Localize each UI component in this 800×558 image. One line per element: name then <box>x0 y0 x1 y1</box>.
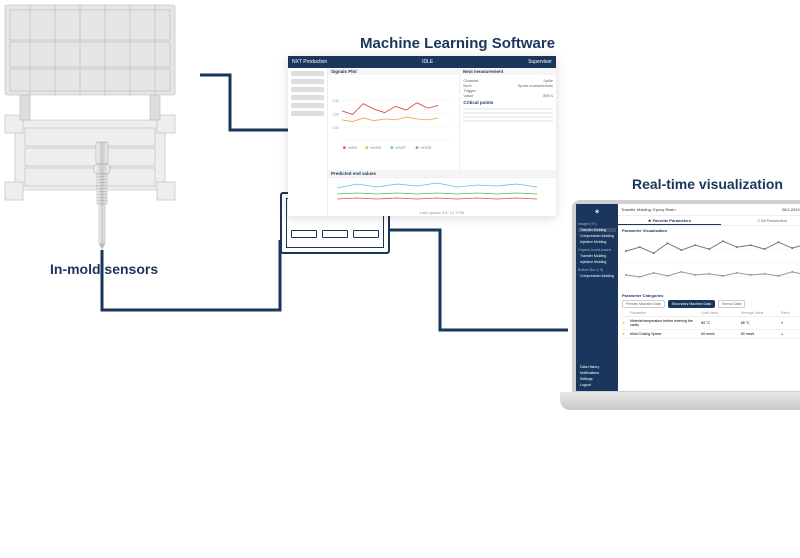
rtv-sidebar-item[interactable]: Compression Molding <box>578 234 616 238</box>
rtv-cat-tab-secondary[interactable]: Secondary Machine Data <box>668 300 715 308</box>
ml-footer-timestamp: Last update 4.6. 12 3756 <box>328 209 556 216</box>
rtv-table-row[interactable]: ★ Material temperature before entering t… <box>622 317 800 330</box>
ml-next-measurement-title: Next measurement <box>460 68 556 75</box>
ml-sidebar <box>288 68 328 216</box>
star-icon[interactable]: ★ <box>622 332 630 336</box>
ml-predicted-chart <box>328 177 556 209</box>
rtv-sidebar-notifications[interactable]: Notifications <box>578 371 616 375</box>
rtv-table-row[interactable]: ★ Mold Closing Speed 60 mm/s 50 mm/s ↘ <box>622 330 800 339</box>
rtv-sidebar-item[interactable]: Compression Molding <box>578 274 616 278</box>
rtv-sidebar-item[interactable]: Transfer Molding <box>578 254 616 258</box>
rtv-parameter-table: Parameter Limit Value Average Value Tren… <box>618 310 800 391</box>
laptop-illustration: ✶ Images (7h) Transfer Molding Compressi… <box>560 200 800 410</box>
ml-predicted-values-title: Predicted end values <box>328 170 556 177</box>
ml-software-label: Machine Learning Software <box>360 35 555 52</box>
svg-text:rot1027: rot1027 <box>396 145 407 149</box>
rtv-dashboard: ✶ Images (7h) Transfer Molding Compressi… <box>576 204 800 391</box>
rtv-viz-chart <box>618 235 800 291</box>
ml-software-panel: NXT Production IDLE Supervisor Signals P… <box>288 56 556 216</box>
in-mold-sensor-illustration <box>90 140 114 250</box>
rtv-logo-icon: ✶ <box>578 208 616 216</box>
ml-next-measurement-block: ChannelSpille NextSpare characteristic T… <box>463 78 553 98</box>
trend-down-icon: ↘ <box>780 332 800 336</box>
rtv-sidebar-logout[interactable]: Logout <box>578 383 616 387</box>
ml-header-status: IDLE <box>422 59 433 65</box>
rtv-sidebar-settings[interactable]: Settings <box>578 377 616 381</box>
svg-text:rot1018: rot1018 <box>370 145 381 149</box>
rtv-cat-tab-sensor[interactable]: Sensor Data <box>718 300 745 308</box>
trend-up-icon: ↗ <box>780 321 800 325</box>
in-mold-sensors-label: In-mold sensors <box>50 261 158 277</box>
rtv-topbar: Transfer Molding: Epoxy Resin 28.5.2019 … <box>618 204 800 216</box>
ml-signals-plot-title: Signals Plot <box>328 68 460 75</box>
ml-header-user: Supervisor <box>528 59 552 65</box>
rtv-date-range: 28.5.2019 - 29.5.2019 <box>782 207 800 212</box>
rtv-cats-title: Parameter Categories <box>618 291 800 300</box>
rtv-sidebar-data-history[interactable]: Data History <box>578 365 616 369</box>
realtime-viz-label: Real-time visualization <box>632 176 783 192</box>
rtv-tab-favorite[interactable]: ★ Favorite Parameters <box>618 216 721 225</box>
svg-text:rot1029: rot1029 <box>421 145 432 149</box>
ml-signals-chart: 140 120 100 rot106 rot1018 rot1027 rot10… <box>328 75 459 170</box>
star-icon[interactable]: ★ <box>622 321 630 325</box>
rtv-tab-all[interactable]: ≡ All Parameters <box>721 216 800 225</box>
ml-header-left: NXT Production <box>292 59 327 65</box>
rtv-breadcrumb: Transfer Molding: Epoxy Resin <box>621 207 676 212</box>
svg-text:120: 120 <box>333 112 339 116</box>
rtv-sidebar-item[interactable]: Transfer Molding <box>578 228 616 232</box>
rtv-sidebar-item[interactable]: Injection Molding <box>578 240 616 244</box>
ml-critical-points-title: Critical points <box>463 100 553 105</box>
svg-text:140: 140 <box>333 99 339 103</box>
rtv-cat-tab-primary[interactable]: Primary Machine Data <box>622 300 665 308</box>
svg-text:100: 100 <box>333 126 339 130</box>
svg-text:rot106: rot106 <box>348 145 357 149</box>
rtv-sidebar: ✶ Images (7h) Transfer Molding Compressi… <box>576 204 618 391</box>
ml-header: NXT Production IDLE Supervisor <box>288 56 556 68</box>
rtv-viz-title: Parameter Visualization <box>618 226 800 235</box>
rtv-sidebar-item[interactable]: Injection Molding <box>578 260 616 264</box>
